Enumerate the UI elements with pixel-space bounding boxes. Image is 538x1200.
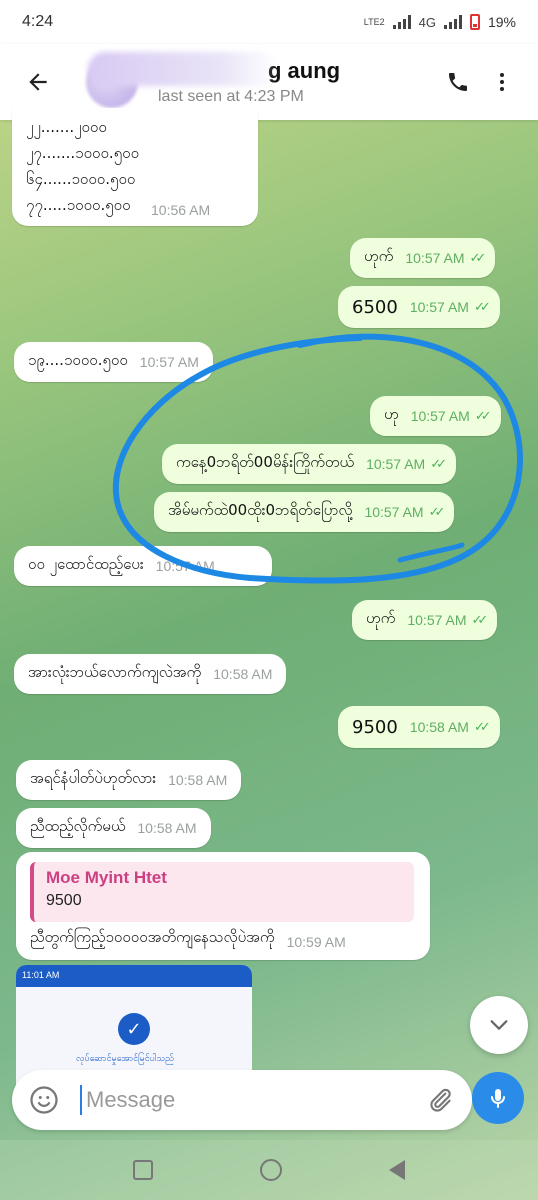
message-line: ၇၇.....၁၀၀၀.၅၀၀	[26, 196, 131, 214]
home-button[interactable]	[259, 1159, 282, 1181]
status-time: 4:24	[22, 13, 54, 30]
signal-icon	[392, 15, 411, 29]
message-text: ညီထည့်လိုက်မယ်	[30, 817, 126, 835]
phone-icon	[449, 73, 467, 91]
message-text: ကနေ့0ဘရိတ်00မိန်းကြိုက်တယ်	[176, 453, 355, 471]
back-button[interactable]	[14, 58, 62, 106]
more-menu-button[interactable]	[480, 60, 524, 104]
quoted-message[interactable]: Moe Myint Htet 9500	[30, 862, 414, 922]
status-icons: LTE2 4G 19%	[364, 14, 516, 30]
receipt-status-bar: 11:01 AM	[16, 965, 252, 987]
last-seen-status: last seen at 4:23 PM	[158, 88, 304, 105]
message-bubble[interactable]: ၁၉....၁၀၀၀.၅၀၀ 10:57 AM	[14, 342, 213, 382]
message-bubble[interactable]: 9500 10:58 AM ✓✓	[338, 706, 500, 748]
message-time: 10:57 AM	[410, 408, 470, 424]
message-line: ၆၄......၁၀၀၀.၅၀၀	[26, 170, 136, 188]
message-time: 10:57 AM	[155, 558, 215, 574]
message-text: ဟုက်	[364, 247, 394, 265]
message-line: ၂၇.......၁၀၀၀.၅၀၀	[26, 144, 140, 162]
read-ticks-icon: ✓✓	[473, 719, 491, 735]
read-ticks-icon: ✓✓	[430, 456, 447, 472]
message-bubble[interactable]: ညီထည့်လိုက်မယ် 10:58 AM	[16, 808, 211, 848]
message-time: 10:58 AM	[409, 719, 469, 735]
check-circle-icon: ✓	[118, 1013, 150, 1045]
read-ticks-icon: ✓✓	[469, 250, 487, 266]
chevron-down-icon	[490, 1020, 508, 1030]
message-bubble[interactable]: ဟုက် 10:57 AM ✓✓	[352, 600, 498, 640]
emoji-button[interactable]	[24, 1080, 64, 1120]
message-time: 10:57 AM	[409, 299, 469, 315]
network-type-label: 4G	[418, 14, 436, 30]
message-text: ၁၉....၁၀၀၀.၅၀၀	[28, 351, 128, 369]
battery-percent: 19%	[487, 14, 516, 30]
message-time: 10:57 AM	[364, 504, 424, 520]
quote-text: 9500	[46, 892, 82, 909]
battery-icon	[469, 14, 480, 30]
name-redaction	[88, 52, 278, 86]
voice-record-button[interactable]	[472, 1072, 524, 1124]
read-ticks-icon: ✓✓	[474, 408, 492, 424]
message-bubble[interactable]: အားလုံးဘယ်လောက်ကျလဲအကို 10:58 AM	[14, 654, 287, 694]
message-line: ၂၂.......၂၀၀၀	[26, 118, 107, 136]
microphone-icon	[491, 1089, 505, 1108]
back-nav-button[interactable]	[388, 1160, 405, 1180]
message-time: 10:58 AM	[168, 772, 228, 788]
more-vert-icon	[500, 73, 504, 91]
message-time: 10:59 AM	[286, 934, 346, 950]
network-label: LTE2	[363, 17, 385, 27]
message-input[interactable]	[80, 1085, 420, 1115]
scroll-down-button[interactable]	[470, 996, 528, 1054]
attach-button[interactable]	[420, 1080, 460, 1120]
message-text: 6500	[352, 296, 398, 318]
message-bubble[interactable]: အရင်နံပါတ်ပဲဟုတ်လား 10:58 AM	[16, 760, 242, 800]
message-time: 10:56 AM	[151, 202, 211, 218]
message-lines: ၂၂.......၂၀၀၀ ၂၇.......၁၀၀၀.၅၀၀ ၆၄......…	[26, 118, 139, 218]
message-text: ဟုက်	[366, 609, 396, 627]
quote-author: Moe Myint Htet	[46, 868, 167, 887]
message-text: အိမ်မက်ထဲ00ထိုး0ဘရိတ်ပြောလို့	[168, 501, 353, 519]
recents-button[interactable]	[133, 1160, 154, 1180]
message-bubble[interactable]: ၀၀ ၂ထောင်ထည့်ပေး 10:57 AM	[14, 546, 272, 586]
message-text: 9500	[352, 716, 398, 738]
message-text: ညီတွက်ကြည့်၁၀၀၀၀အတိကျနေသလိုပဲအကို	[30, 928, 275, 946]
message-text: ၀၀ ၂ထောင်ထည့်ပေး	[28, 555, 144, 573]
system-nav-bar	[0, 1140, 538, 1200]
smiley-icon	[30, 1086, 58, 1114]
message-time: 10:57 AM	[407, 612, 467, 628]
message-time: 10:57 AM	[139, 354, 199, 370]
message-text: အရင်နံပါတ်ပဲဟုတ်လား	[30, 769, 157, 787]
receipt-success-text: လုပ်ဆောင်မှုအောင်မြင်ပါသည်	[76, 1054, 174, 1064]
message-bubble[interactable]: ၂၂.......၂၀၀၀ ၂၇.......၁၀၀၀.၅၀၀ ၆၄......…	[12, 108, 258, 226]
arrow-left-icon	[29, 73, 47, 91]
message-text: အားလုံးဘယ်လောက်ကျလဲအကို	[28, 663, 202, 681]
read-ticks-icon: ✓✓	[471, 612, 489, 628]
message-bubble[interactable]: 6500 10:57 AM ✓✓	[338, 286, 500, 328]
status-bar: 4:24 LTE2 4G 19%	[0, 0, 538, 44]
signal-icon-2	[443, 15, 462, 29]
message-time: 10:57 AM	[405, 250, 465, 266]
paperclip-icon	[430, 1088, 451, 1112]
message-bubble[interactable]: ဟုက် 10:57 AM ✓✓	[350, 238, 496, 278]
message-composer	[12, 1070, 472, 1130]
message-bubble[interactable]: ကနေ့0ဘရိတ်00မိန်းကြိုက်တယ် 10:57 AM ✓✓	[162, 444, 457, 484]
message-bubble[interactable]: ဟု 10:57 AM ✓✓	[370, 396, 501, 436]
read-ticks-icon: ✓✓	[428, 504, 446, 520]
message-bubble[interactable]: အိမ်မက်ထဲ00ထိုး0ဘရိတ်ပြောလို့ 10:57 AM ✓✓	[154, 492, 455, 532]
message-time: 10:58 AM	[213, 666, 273, 682]
message-time: 10:58 AM	[137, 820, 197, 836]
read-ticks-icon: ✓✓	[473, 299, 491, 315]
call-button[interactable]	[436, 60, 480, 104]
message-text: ဟု	[384, 405, 399, 423]
message-time: 10:57 AM	[366, 456, 426, 472]
chat-title[interactable]: g aung last seen at 4:23 PM	[88, 52, 436, 106]
